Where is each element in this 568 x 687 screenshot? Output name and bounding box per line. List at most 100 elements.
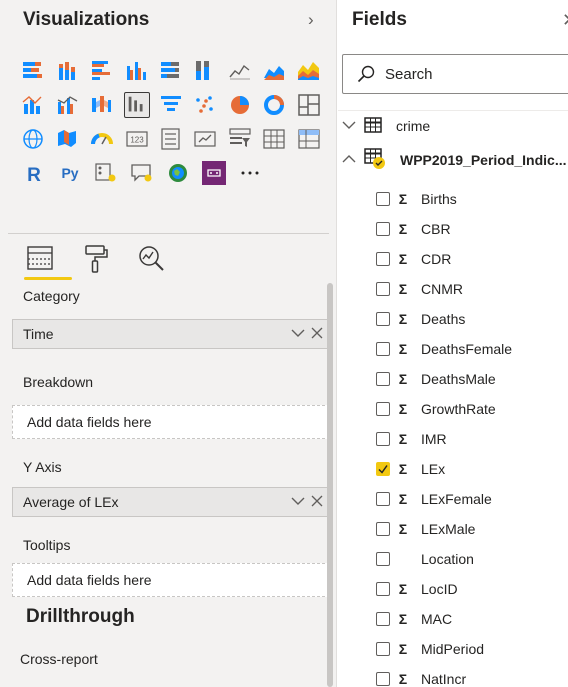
table-wpp2019[interactable]: WPP2019_Period_Indic... — [342, 147, 567, 173]
field-item[interactable]: Σ MidPeriod — [376, 634, 568, 664]
sigma-icon: Σ — [398, 671, 408, 687]
close-icon[interactable]: ✕ — [562, 10, 568, 31]
remove-field-icon[interactable] — [311, 494, 323, 511]
category-well-label: Category — [23, 288, 80, 304]
field-item[interactable]: Σ GrowthRate — [376, 394, 568, 424]
line-chart-icon[interactable] — [223, 54, 257, 88]
breakdown-drop-zone[interactable]: Add data fields here — [12, 405, 330, 439]
table-name: crime — [396, 118, 431, 134]
ribbon-chart-icon[interactable] — [85, 88, 119, 122]
field-checkbox[interactable] — [376, 552, 390, 566]
100-stacked-bar-chart-icon[interactable] — [154, 54, 188, 88]
chevron-down-icon[interactable] — [342, 119, 360, 133]
field-item[interactable]: Σ LEx — [376, 454, 568, 484]
matrix-icon[interactable] — [292, 122, 326, 156]
field-name: MidPeriod — [421, 641, 485, 657]
python-visual-icon[interactable]: Py — [52, 156, 88, 190]
scrollbar[interactable] — [327, 283, 333, 687]
field-item[interactable]: Σ IMR — [376, 424, 568, 454]
funnel-chart-icon[interactable] — [154, 88, 188, 122]
field-checkbox[interactable] — [376, 462, 390, 476]
clustered-column-chart-icon[interactable] — [119, 54, 153, 88]
field-checkbox[interactable] — [376, 252, 390, 266]
field-checkbox[interactable] — [376, 222, 390, 236]
table-icon — [364, 147, 386, 173]
slicer-icon[interactable] — [223, 122, 257, 156]
field-name: MAC — [421, 611, 453, 627]
field-item[interactable]: Σ CDR — [376, 244, 568, 274]
key-influencers-icon[interactable] — [88, 156, 124, 190]
field-checkbox[interactable] — [376, 492, 390, 506]
stacked-bar-chart-icon[interactable] — [16, 54, 50, 88]
tooltips-drop-zone[interactable]: Add data fields here — [12, 563, 330, 597]
field-item[interactable]: Σ LocID — [376, 574, 568, 604]
scatter-chart-icon[interactable] — [188, 88, 222, 122]
chevron-right-icon[interactable]: › — [308, 10, 326, 30]
field-name: IMR — [421, 431, 447, 447]
waterfall-chart-icon[interactable] — [119, 88, 153, 122]
field-item[interactable]: Σ CNMR — [376, 274, 568, 304]
table-icon[interactable] — [257, 122, 291, 156]
arcgis-map-icon[interactable] — [160, 156, 196, 190]
y-axis-field-name: Average of LEx — [23, 494, 119, 510]
field-checkbox[interactable] — [376, 522, 390, 536]
area-chart-icon[interactable] — [257, 54, 291, 88]
remove-field-icon[interactable] — [311, 326, 323, 343]
sigma-icon: Σ — [398, 371, 408, 387]
field-checkbox[interactable] — [376, 582, 390, 596]
tooltips-well-label: Tooltips — [23, 537, 71, 553]
field-item[interactable]: Σ Births — [376, 184, 568, 214]
field-checkbox[interactable] — [376, 192, 390, 206]
treemap-icon[interactable] — [292, 88, 326, 122]
field-checkbox[interactable] — [376, 282, 390, 296]
field-item[interactable]: Σ MAC — [376, 604, 568, 634]
y-axis-field-chip[interactable]: Average of LEx — [12, 487, 330, 517]
more-visuals-icon[interactable] — [232, 156, 268, 190]
field-item[interactable]: Σ LExMale — [376, 514, 568, 544]
field-item[interactable]: Σ NatIncr — [376, 664, 568, 687]
card-icon[interactable]: 123 — [119, 122, 153, 156]
field-checkbox[interactable] — [376, 672, 390, 686]
field-search-box[interactable]: Search — [342, 54, 568, 94]
multi-row-card-icon[interactable] — [154, 122, 188, 156]
qa-visual-icon[interactable] — [124, 156, 160, 190]
field-item[interactable]: Σ LExFemale — [376, 484, 568, 514]
power-apps-icon[interactable] — [196, 156, 232, 190]
clustered-bar-chart-icon[interactable] — [85, 54, 119, 88]
field-checkbox[interactable] — [376, 642, 390, 656]
table-crime[interactable]: crime — [342, 113, 430, 139]
kpi-icon[interactable] — [188, 122, 222, 156]
svg-text:123: 123 — [130, 136, 144, 145]
field-item[interactable]: Location — [376, 544, 568, 574]
chevron-up-icon[interactable] — [342, 153, 360, 167]
stacked-area-chart-icon[interactable] — [292, 54, 326, 88]
gauge-icon[interactable] — [85, 122, 119, 156]
chevron-down-icon[interactable] — [291, 494, 305, 511]
category-field-chip[interactable]: Time — [12, 319, 330, 349]
line-clustered-column-icon[interactable] — [50, 88, 84, 122]
field-item[interactable]: Σ Deaths — [376, 304, 568, 334]
divider — [338, 110, 568, 111]
stacked-column-chart-icon[interactable] — [50, 54, 84, 88]
field-item[interactable]: Σ DeathsMale — [376, 364, 568, 394]
field-item[interactable]: Σ DeathsFemale — [376, 334, 568, 364]
line-stacked-column-icon[interactable] — [16, 88, 50, 122]
field-checkbox[interactable] — [376, 612, 390, 626]
analytics-magnifier-icon[interactable] — [134, 244, 170, 280]
map-icon[interactable] — [16, 122, 50, 156]
svg-text:Py: Py — [61, 165, 78, 181]
field-checkbox[interactable] — [376, 432, 390, 446]
field-checkbox[interactable] — [376, 372, 390, 386]
100-stacked-column-chart-icon[interactable] — [188, 54, 222, 88]
filled-map-icon[interactable] — [50, 122, 84, 156]
r-script-visual-icon[interactable]: R — [16, 156, 52, 190]
field-checkbox[interactable] — [376, 342, 390, 356]
chevron-down-icon[interactable] — [291, 326, 305, 343]
field-item[interactable]: Σ CBR — [376, 214, 568, 244]
pie-chart-icon[interactable] — [223, 88, 257, 122]
format-paint-roller-icon[interactable] — [78, 244, 114, 280]
field-checkbox[interactable] — [376, 402, 390, 416]
field-checkbox[interactable] — [376, 312, 390, 326]
fields-tab-icon[interactable] — [22, 244, 72, 280]
donut-chart-icon[interactable] — [257, 88, 291, 122]
